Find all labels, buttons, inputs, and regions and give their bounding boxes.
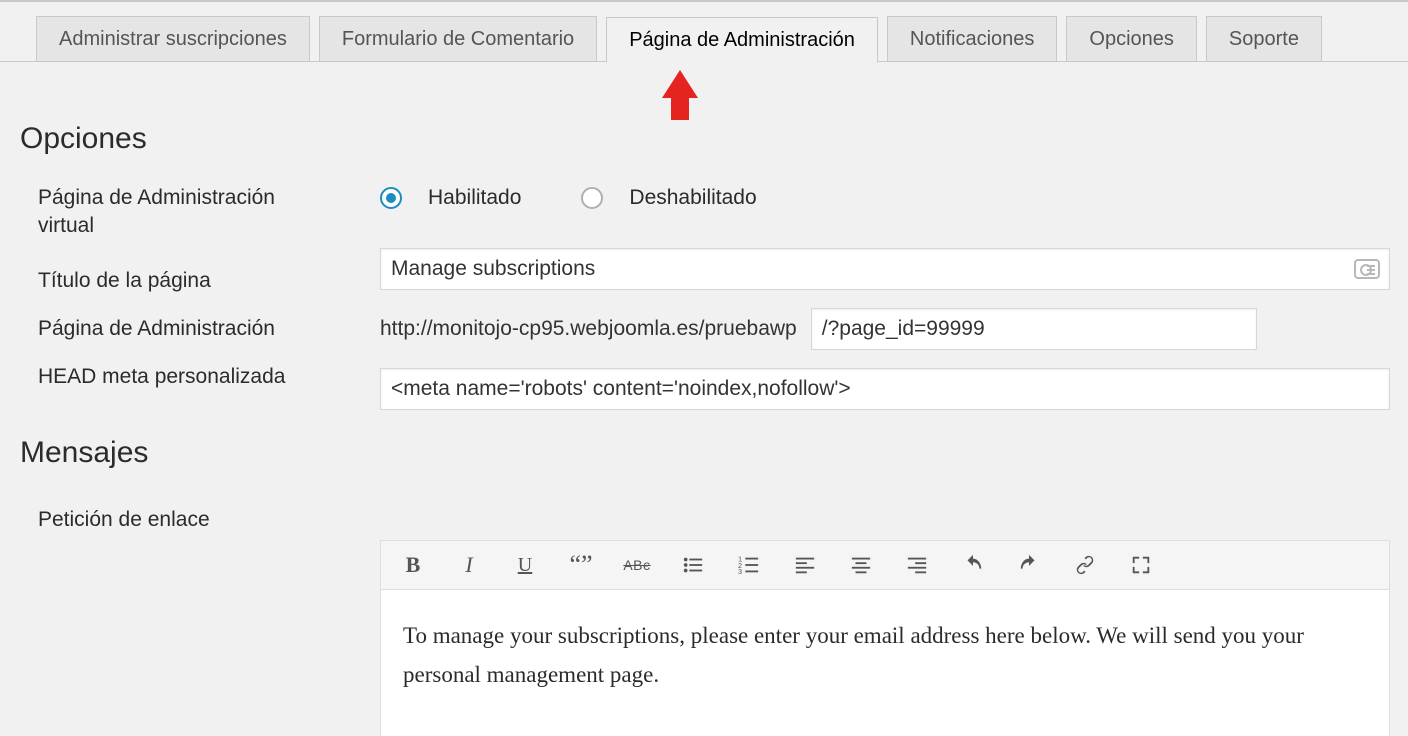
settings-tabs: Administrar suscripciones Formulario de … <box>0 2 1408 62</box>
page-title-input[interactable] <box>380 248 1390 290</box>
radio-disabled-label: Deshabilitado <box>629 186 756 210</box>
radio-disabled[interactable]: Deshabilitado <box>581 186 756 210</box>
label-admin-page: Página de Administración <box>20 311 380 361</box>
tab-label: Formulario de Comentario <box>342 28 574 50</box>
align-left-icon[interactable] <box>791 551 819 579</box>
italic-icon[interactable]: I <box>455 551 483 579</box>
link-icon[interactable] <box>1071 551 1099 579</box>
admin-page-path-input[interactable] <box>811 308 1257 350</box>
label-virtual-admin-page: Página de Administración virtual <box>20 184 320 261</box>
numbered-list-icon[interactable]: 123 <box>735 551 763 579</box>
radio-enabled[interactable]: Habilitado <box>380 186 521 210</box>
content-area: Opciones Página de Administración virtua… <box>0 122 1408 736</box>
section-title-messages: Mensajes <box>20 436 380 470</box>
right-input-column: Habilitado Deshabilitado http://monitojo… <box>380 122 1408 736</box>
tab-label: Opciones <box>1089 28 1174 50</box>
section-title-options: Opciones <box>20 122 380 156</box>
fullscreen-icon[interactable] <box>1127 551 1155 579</box>
tab-manage-subscriptions[interactable]: Administrar suscripciones <box>36 16 310 61</box>
bold-icon[interactable]: B <box>399 551 427 579</box>
tab-admin-page[interactable]: Página de Administración <box>606 17 878 63</box>
tab-notifications[interactable]: Notificaciones <box>887 16 1058 61</box>
admin-page-url-row: http://monitojo-cp95.webjoomla.es/prueba… <box>380 308 1408 350</box>
label-head-meta: HEAD meta personalizada <box>20 361 380 409</box>
rich-text-editor: B I U “” ABє 123 To manage your subscrip… <box>380 540 1390 736</box>
align-right-icon[interactable] <box>903 551 931 579</box>
tab-label: Notificaciones <box>910 28 1035 50</box>
virtual-page-radio-group: Habilitado Deshabilitado <box>380 182 1408 210</box>
callout-arrow-wrap <box>0 62 1408 122</box>
admin-page-url-prefix: http://monitojo-cp95.webjoomla.es/prueba… <box>380 317 797 341</box>
redo-icon[interactable] <box>1015 551 1043 579</box>
blockquote-icon[interactable]: “” <box>567 551 595 579</box>
radio-enabled-input[interactable] <box>380 187 402 209</box>
tab-label: Página de Administración <box>629 29 855 51</box>
head-meta-input[interactable] <box>380 368 1390 410</box>
contact-card-icon <box>1354 259 1380 279</box>
label-page-title: Título de la página <box>20 261 380 311</box>
radio-enabled-label: Habilitado <box>428 186 521 210</box>
tab-support[interactable]: Soporte <box>1206 16 1322 61</box>
left-label-column: Opciones Página de Administración virtua… <box>20 122 380 736</box>
align-center-icon[interactable] <box>847 551 875 579</box>
bullet-list-icon[interactable] <box>679 551 707 579</box>
page-title-field-wrap <box>380 248 1390 290</box>
strikethrough-icon[interactable]: ABє <box>623 551 651 579</box>
tab-options[interactable]: Opciones <box>1066 16 1197 61</box>
undo-icon[interactable] <box>959 551 987 579</box>
svg-text:3: 3 <box>738 567 742 576</box>
editor-toolbar: B I U “” ABє 123 <box>381 541 1389 590</box>
tab-label: Soporte <box>1229 28 1299 50</box>
tab-comment-form[interactable]: Formulario de Comentario <box>319 16 597 61</box>
underline-icon[interactable]: U <box>511 551 539 579</box>
radio-disabled-input[interactable] <box>581 187 603 209</box>
editor-content[interactable]: To manage your subscriptions, please ent… <box>381 590 1389 736</box>
head-meta-row <box>380 368 1408 410</box>
tab-label: Administrar suscripciones <box>59 28 287 50</box>
label-link-request: Petición de enlace <box>20 498 380 542</box>
